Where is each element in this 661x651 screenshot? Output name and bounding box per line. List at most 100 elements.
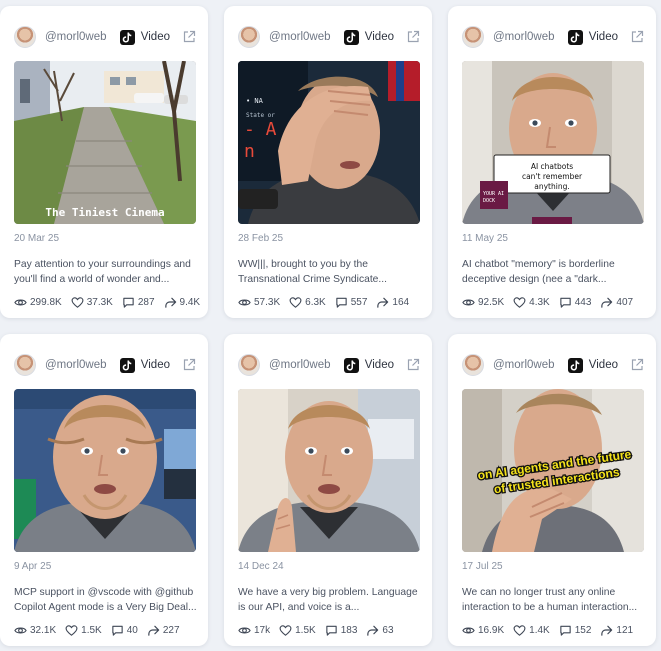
views-stat: 92.5K <box>462 296 504 309</box>
likes-stat: 37.3K <box>71 296 113 309</box>
svg-text:• NA: • NA <box>246 97 264 105</box>
tiktok-icon <box>567 29 583 45</box>
share-icon <box>148 625 160 636</box>
views-stat: 299.8K <box>14 296 62 309</box>
comments-count: 40 <box>126 625 138 636</box>
platform-label: Video <box>140 31 170 43</box>
avatar[interactable] <box>462 354 484 376</box>
shares-count: 121 <box>616 625 634 636</box>
shares-stat: 121 <box>600 624 633 637</box>
likes-count: 1.4K <box>529 625 550 636</box>
svg-text:The Tiniest Cinema: The Tiniest Cinema <box>45 206 164 219</box>
views-stat: 32.1K <box>14 624 56 637</box>
tiktok-icon <box>567 357 583 373</box>
eye-icon <box>462 299 475 306</box>
post-date: 20 Mar 25 <box>14 233 60 244</box>
shares-count: 9.4K <box>179 297 201 308</box>
svg-text:YOUR AI: YOUR AI <box>483 191 504 197</box>
comments-stat: 557 <box>335 296 368 309</box>
platform-label: Video <box>140 359 170 371</box>
post-caption[interactable]: AI chatbot "memory" is borderline decept… <box>462 257 648 287</box>
avatar[interactable] <box>14 354 36 376</box>
post-date: 28 Feb 25 <box>238 233 284 244</box>
shares-count: 164 <box>392 297 410 308</box>
external-link-icon[interactable] <box>182 30 196 44</box>
tiktok-icon <box>343 357 359 373</box>
post-card[interactable]: @morl0web Video The Tiniest Cinema 20 Ma… <box>0 6 208 318</box>
svg-text:DOCK: DOCK <box>483 198 495 204</box>
views-count: 299.8K <box>30 297 62 308</box>
likes-count: 1.5K <box>81 625 102 636</box>
video-thumbnail[interactable]: • NA State or - A n <box>238 61 420 224</box>
avatar[interactable] <box>238 354 260 376</box>
post-stats: 57.3K 6.3K 557 164 <box>238 296 424 309</box>
platform-label: Video <box>364 359 394 371</box>
shares-stat: 227 <box>147 624 180 637</box>
video-thumbnail[interactable] <box>14 389 196 552</box>
comment-icon <box>336 297 347 308</box>
views-count: 92.5K <box>478 297 505 308</box>
comments-count: 557 <box>350 297 368 308</box>
heart-icon <box>289 297 302 308</box>
post-card[interactable]: @morl0web Video on AI agents and the fut… <box>448 334 656 646</box>
svg-text:State or: State or <box>246 112 275 119</box>
tiktok-icon <box>119 29 135 45</box>
svg-text:n: n <box>244 141 255 162</box>
views-count: 17k <box>254 625 271 636</box>
platform-badge: Video <box>119 29 196 45</box>
post-card[interactable]: @morl0web Video • NA State or - A n 28 F… <box>224 6 432 318</box>
external-link-icon[interactable] <box>630 358 644 372</box>
video-thumbnail[interactable]: AI chatbots can't remember anything. YOU… <box>462 61 644 224</box>
post-caption[interactable]: We have a very big problem. Language is … <box>238 585 424 615</box>
video-thumbnail[interactable] <box>238 389 420 552</box>
likes-stat: 6.3K <box>289 296 326 309</box>
post-caption[interactable]: We can no longer trust any online intera… <box>462 585 648 615</box>
username[interactable]: @morl0web <box>269 31 344 43</box>
svg-text:anything.: anything. <box>534 182 569 191</box>
platform-badge: Video <box>343 357 420 373</box>
post-date: 14 Dec 24 <box>238 561 284 572</box>
post-caption[interactable]: MCP support in @vscode with @github Copi… <box>14 585 200 615</box>
platform-label: Video <box>364 31 394 43</box>
likes-count: 1.5K <box>295 625 316 636</box>
post-caption[interactable]: WW|||, brought to you by the Transnation… <box>238 257 424 287</box>
comments-count: 183 <box>340 625 358 636</box>
post-card[interactable]: @morl0web Video AI chatbots can't rememb… <box>448 6 656 318</box>
avatar[interactable] <box>462 26 484 48</box>
post-card[interactable]: @morl0web Video 9 Apr 25 MCP support in … <box>0 334 208 646</box>
platform-label: Video <box>588 359 618 371</box>
post-stats: 16.9K 1.4K 152 121 <box>462 624 648 637</box>
share-icon <box>377 297 389 308</box>
username[interactable]: @morl0web <box>493 31 568 43</box>
eye-icon <box>462 627 475 634</box>
username[interactable]: @morl0web <box>493 359 568 371</box>
post-card[interactable]: @morl0web Video 14 Dec 24 We have a very… <box>224 334 432 646</box>
avatar[interactable] <box>14 26 36 48</box>
views-count: 57.3K <box>254 297 281 308</box>
video-thumbnail[interactable]: The Tiniest Cinema <box>14 61 196 224</box>
likes-stat: 1.5K <box>279 624 316 637</box>
username[interactable]: @morl0web <box>45 359 120 371</box>
svg-text:- A: - A <box>244 119 277 140</box>
username[interactable]: @morl0web <box>269 359 344 371</box>
eye-icon <box>14 627 27 634</box>
video-thumbnail[interactable]: on AI agents and the future of trusted i… <box>462 389 644 552</box>
views-stat: 57.3K <box>238 296 280 309</box>
comment-icon <box>560 625 571 636</box>
comments-stat: 40 <box>111 624 138 637</box>
external-link-icon[interactable] <box>406 30 420 44</box>
avatar[interactable] <box>238 26 260 48</box>
comment-icon <box>112 625 123 636</box>
likes-count: 4.3K <box>529 297 550 308</box>
external-link-icon[interactable] <box>182 358 196 372</box>
username[interactable]: @morl0web <box>45 31 120 43</box>
post-stats: 32.1K 1.5K 40 227 <box>14 624 200 637</box>
card-header: @morl0web Video <box>238 352 420 378</box>
likes-stat: 1.5K <box>65 624 102 637</box>
external-link-icon[interactable] <box>630 30 644 44</box>
post-caption[interactable]: Pay attention to your surroundings and y… <box>14 257 200 287</box>
views-stat: 17k <box>238 624 270 637</box>
external-link-icon[interactable] <box>406 358 420 372</box>
shares-count: 63 <box>382 625 394 636</box>
platform-badge: Video <box>119 357 196 373</box>
